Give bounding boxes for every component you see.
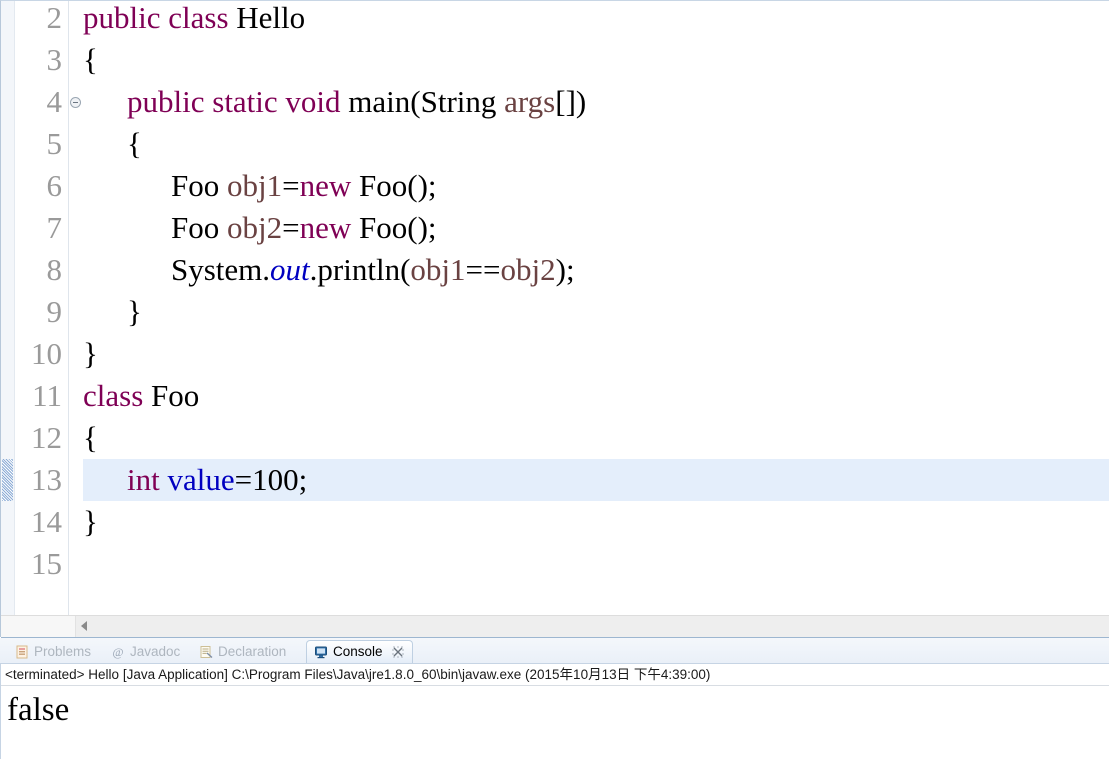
line-number: 8 xyxy=(46,252,63,287)
tab-label: Problems xyxy=(34,643,92,659)
console-panel[interactable]: <terminated> Hello [Java Application] C:… xyxy=(0,664,1109,759)
code-token: static xyxy=(212,84,278,119)
code-token: class xyxy=(168,1,229,35)
console-output-text: false xyxy=(7,692,70,728)
code-line[interactable]: System.out.println(obj1==obj2); xyxy=(171,249,575,291)
code-line[interactable]: } xyxy=(83,501,98,543)
code-token: Hello xyxy=(236,1,306,35)
line-number: 4 xyxy=(46,84,63,119)
editor-horizontal-scrollbar[interactable] xyxy=(1,615,1109,637)
tab-console[interactable]: Console xyxy=(306,640,413,663)
line-number: 13 xyxy=(31,462,62,497)
console-icon xyxy=(313,644,329,660)
code-token: out xyxy=(270,252,310,287)
line-number: 9 xyxy=(46,294,63,329)
code-line[interactable]: { xyxy=(83,417,98,459)
code-token: obj2 xyxy=(227,210,283,245)
code-token: obj2 xyxy=(500,252,556,287)
code-token: Foo(); xyxy=(351,210,437,245)
code-token: } xyxy=(83,504,98,539)
code-line[interactable]: { xyxy=(83,39,98,81)
code-token: .println( xyxy=(309,252,411,287)
tab-label: Console xyxy=(333,644,383,660)
tab-declaration[interactable]: Declaration xyxy=(192,640,292,663)
code-line[interactable]: Foo obj2=new Foo(); xyxy=(171,207,437,249)
console-view-stack: Problems @ Javadoc Declaration Console <term… xyxy=(0,638,1109,759)
tab-javadoc[interactable]: @ Javadoc xyxy=(104,640,186,663)
code-token: { xyxy=(127,126,142,161)
code-token: Foo(); xyxy=(351,168,437,203)
code-token: } xyxy=(83,336,98,371)
code-token: value xyxy=(167,462,235,497)
code-token: Foo xyxy=(171,210,227,245)
code-token: obj1 xyxy=(410,252,466,287)
code-token: =100; xyxy=(234,462,308,497)
current-line-annotation-marker xyxy=(2,459,13,501)
code-token: obj1 xyxy=(227,168,283,203)
code-token: Foo xyxy=(171,168,227,203)
code-line[interactable]: class Foo xyxy=(83,375,199,417)
line-number: 15 xyxy=(31,546,62,581)
code-token: { xyxy=(83,42,98,77)
fold-collapse-icon[interactable] xyxy=(70,97,81,108)
line-number: 12 xyxy=(31,420,62,455)
code-line[interactable]: public class Hello xyxy=(83,1,305,39)
svg-text:@: @ xyxy=(112,645,123,659)
code-line[interactable]: } xyxy=(127,291,142,333)
declaration-icon xyxy=(198,644,214,660)
code-token: new xyxy=(299,210,352,245)
scroll-left-arrow-icon[interactable] xyxy=(81,621,87,631)
code-canvas[interactable]: public class Hello{public static void ma… xyxy=(83,1,1109,615)
code-line[interactable]: int value=100; xyxy=(127,459,307,501)
folding-ruler[interactable] xyxy=(69,1,83,615)
console-divider xyxy=(1,685,1109,686)
javadoc-at-icon: @ xyxy=(110,644,126,660)
tab-label: Declaration xyxy=(218,643,287,659)
code-token: new xyxy=(299,168,352,203)
code-token: System. xyxy=(171,252,271,287)
problems-icon xyxy=(14,644,30,660)
tab-label: Javadoc xyxy=(130,643,181,659)
line-number: 7 xyxy=(46,210,63,245)
code-token: public xyxy=(127,84,205,119)
console-launch-status: <terminated> Hello [Java Application] C:… xyxy=(5,667,711,682)
code-token: == xyxy=(465,252,501,287)
code-token: = xyxy=(282,168,300,203)
code-line[interactable]: { xyxy=(127,123,142,165)
annotation-ruler[interactable] xyxy=(1,1,15,615)
code-token: int xyxy=(127,462,160,497)
code-line[interactable]: public static void main(String args[]) xyxy=(127,81,586,123)
line-number: 11 xyxy=(32,378,62,413)
code-token: ); xyxy=(555,252,575,287)
line-number: 6 xyxy=(46,168,63,203)
code-token: void xyxy=(285,84,341,119)
tab-problems[interactable]: Problems xyxy=(8,640,97,663)
java-editor[interactable]: 2 3 4 5 6 7 8 9 10 11 12 13 14 15 public class Hello{… xyxy=(0,0,1109,638)
line-number: 3 xyxy=(46,42,63,77)
code-token: public xyxy=(83,1,161,35)
code-token: main(String xyxy=(348,84,505,119)
line-number-ruler: 2 3 4 5 6 7 8 9 10 11 12 13 14 15 xyxy=(15,0,69,615)
line-number: 2 xyxy=(46,0,63,35)
code-token: []) xyxy=(555,84,587,119)
code-token: class xyxy=(83,378,144,413)
close-icon[interactable] xyxy=(390,644,406,660)
code-token: Foo xyxy=(151,378,200,413)
code-token: = xyxy=(282,210,300,245)
code-line[interactable]: } xyxy=(83,333,98,375)
scrollbar-gutter-corner xyxy=(1,616,76,637)
code-token: } xyxy=(127,294,142,329)
view-tab-bar[interactable]: Problems @ Javadoc Declaration Console xyxy=(0,638,1109,664)
code-token: { xyxy=(83,420,98,455)
code-token: args xyxy=(504,84,556,119)
line-number: 5 xyxy=(46,126,63,161)
line-number: 10 xyxy=(31,336,62,371)
line-number: 14 xyxy=(31,504,62,539)
code-line[interactable]: Foo obj1=new Foo(); xyxy=(171,165,437,207)
